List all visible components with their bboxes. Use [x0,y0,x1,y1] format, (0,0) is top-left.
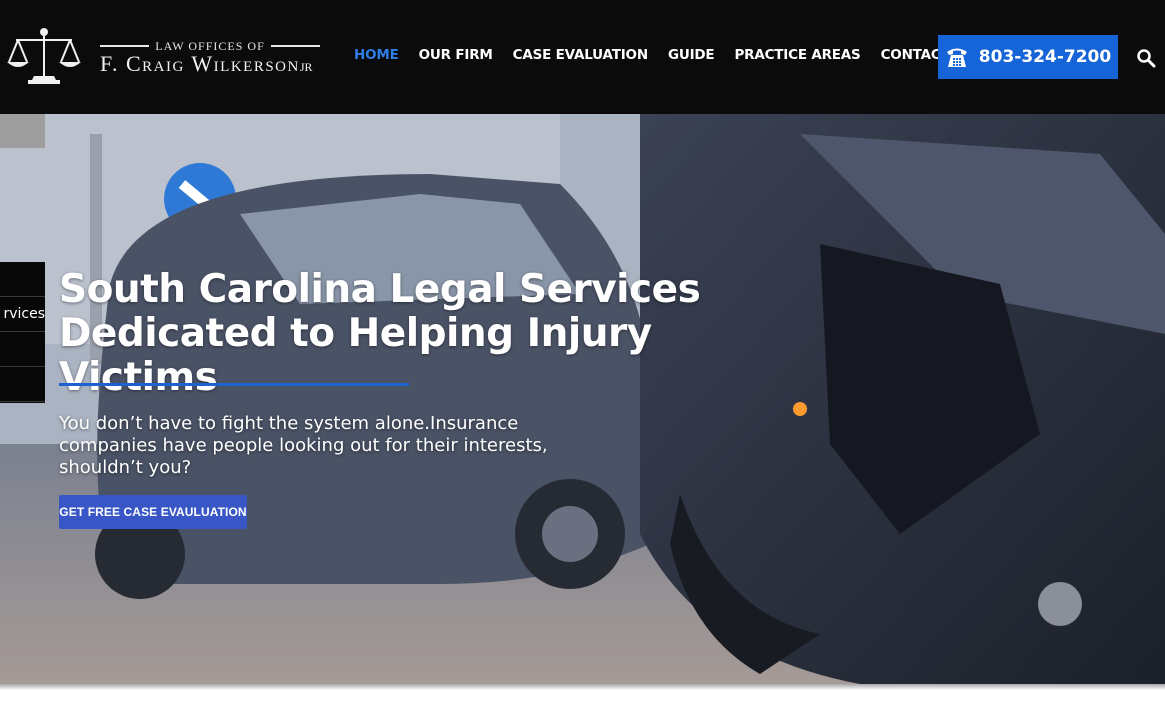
main-nav: HOME OUR FIRM CASE EVALUATION GUIDE PRAC… [344,47,960,67]
nav-case-evaluation[interactable]: CASE EVALUATION [503,47,658,67]
phone-icon [946,48,967,67]
nav-guide[interactable]: GUIDE [658,47,725,67]
hero-bottom-shadow [0,684,1165,690]
logo-rule-right [270,45,321,47]
phone-number: 803-324-7200 [978,47,1112,67]
side-menu-item[interactable] [0,367,45,402]
hero-headline: South Carolina Legal Services Dedicated … [59,268,779,400]
logo-name: F. Craig WilkersonJR [100,51,330,77]
nav-home[interactable]: HOME [344,47,409,67]
side-menu-item[interactable] [0,262,45,297]
search-icon[interactable] [1136,48,1156,68]
site-logo[interactable]: LAW OFFICES OF F. Craig WilkersonJR [0,22,330,92]
side-menu-item[interactable]: rvices [0,297,45,332]
side-panel: rvices [0,114,45,403]
side-menu-item[interactable] [0,332,45,367]
side-panel-menu: rvices [0,262,45,403]
site-header: LAW OFFICES OF F. Craig WilkersonJR HOME… [0,0,1165,114]
logo-name-text: F. Craig Wilkerson [100,51,300,76]
hero-subtext: You don’t have to fight the system alone… [59,413,548,478]
hero-headline-line1: South Carolina Legal Services [59,267,701,312]
side-panel-tab[interactable] [0,114,45,148]
logo-suffix: JR [299,60,313,74]
headline-divider [59,383,409,386]
scales-of-justice-icon [7,28,81,84]
phone-button[interactable]: 803-324-7200 [938,35,1118,79]
nav-practice-areas[interactable]: PRACTICE AREAS [724,47,870,67]
hero-headline-line2: Dedicated to Helping Injury Victims [59,311,652,400]
logo-rule-left [100,45,150,47]
nav-our-firm[interactable]: OUR FIRM [409,47,503,67]
free-case-evaluation-button[interactable]: GET FREE CASE EVAULUATION [59,495,247,529]
